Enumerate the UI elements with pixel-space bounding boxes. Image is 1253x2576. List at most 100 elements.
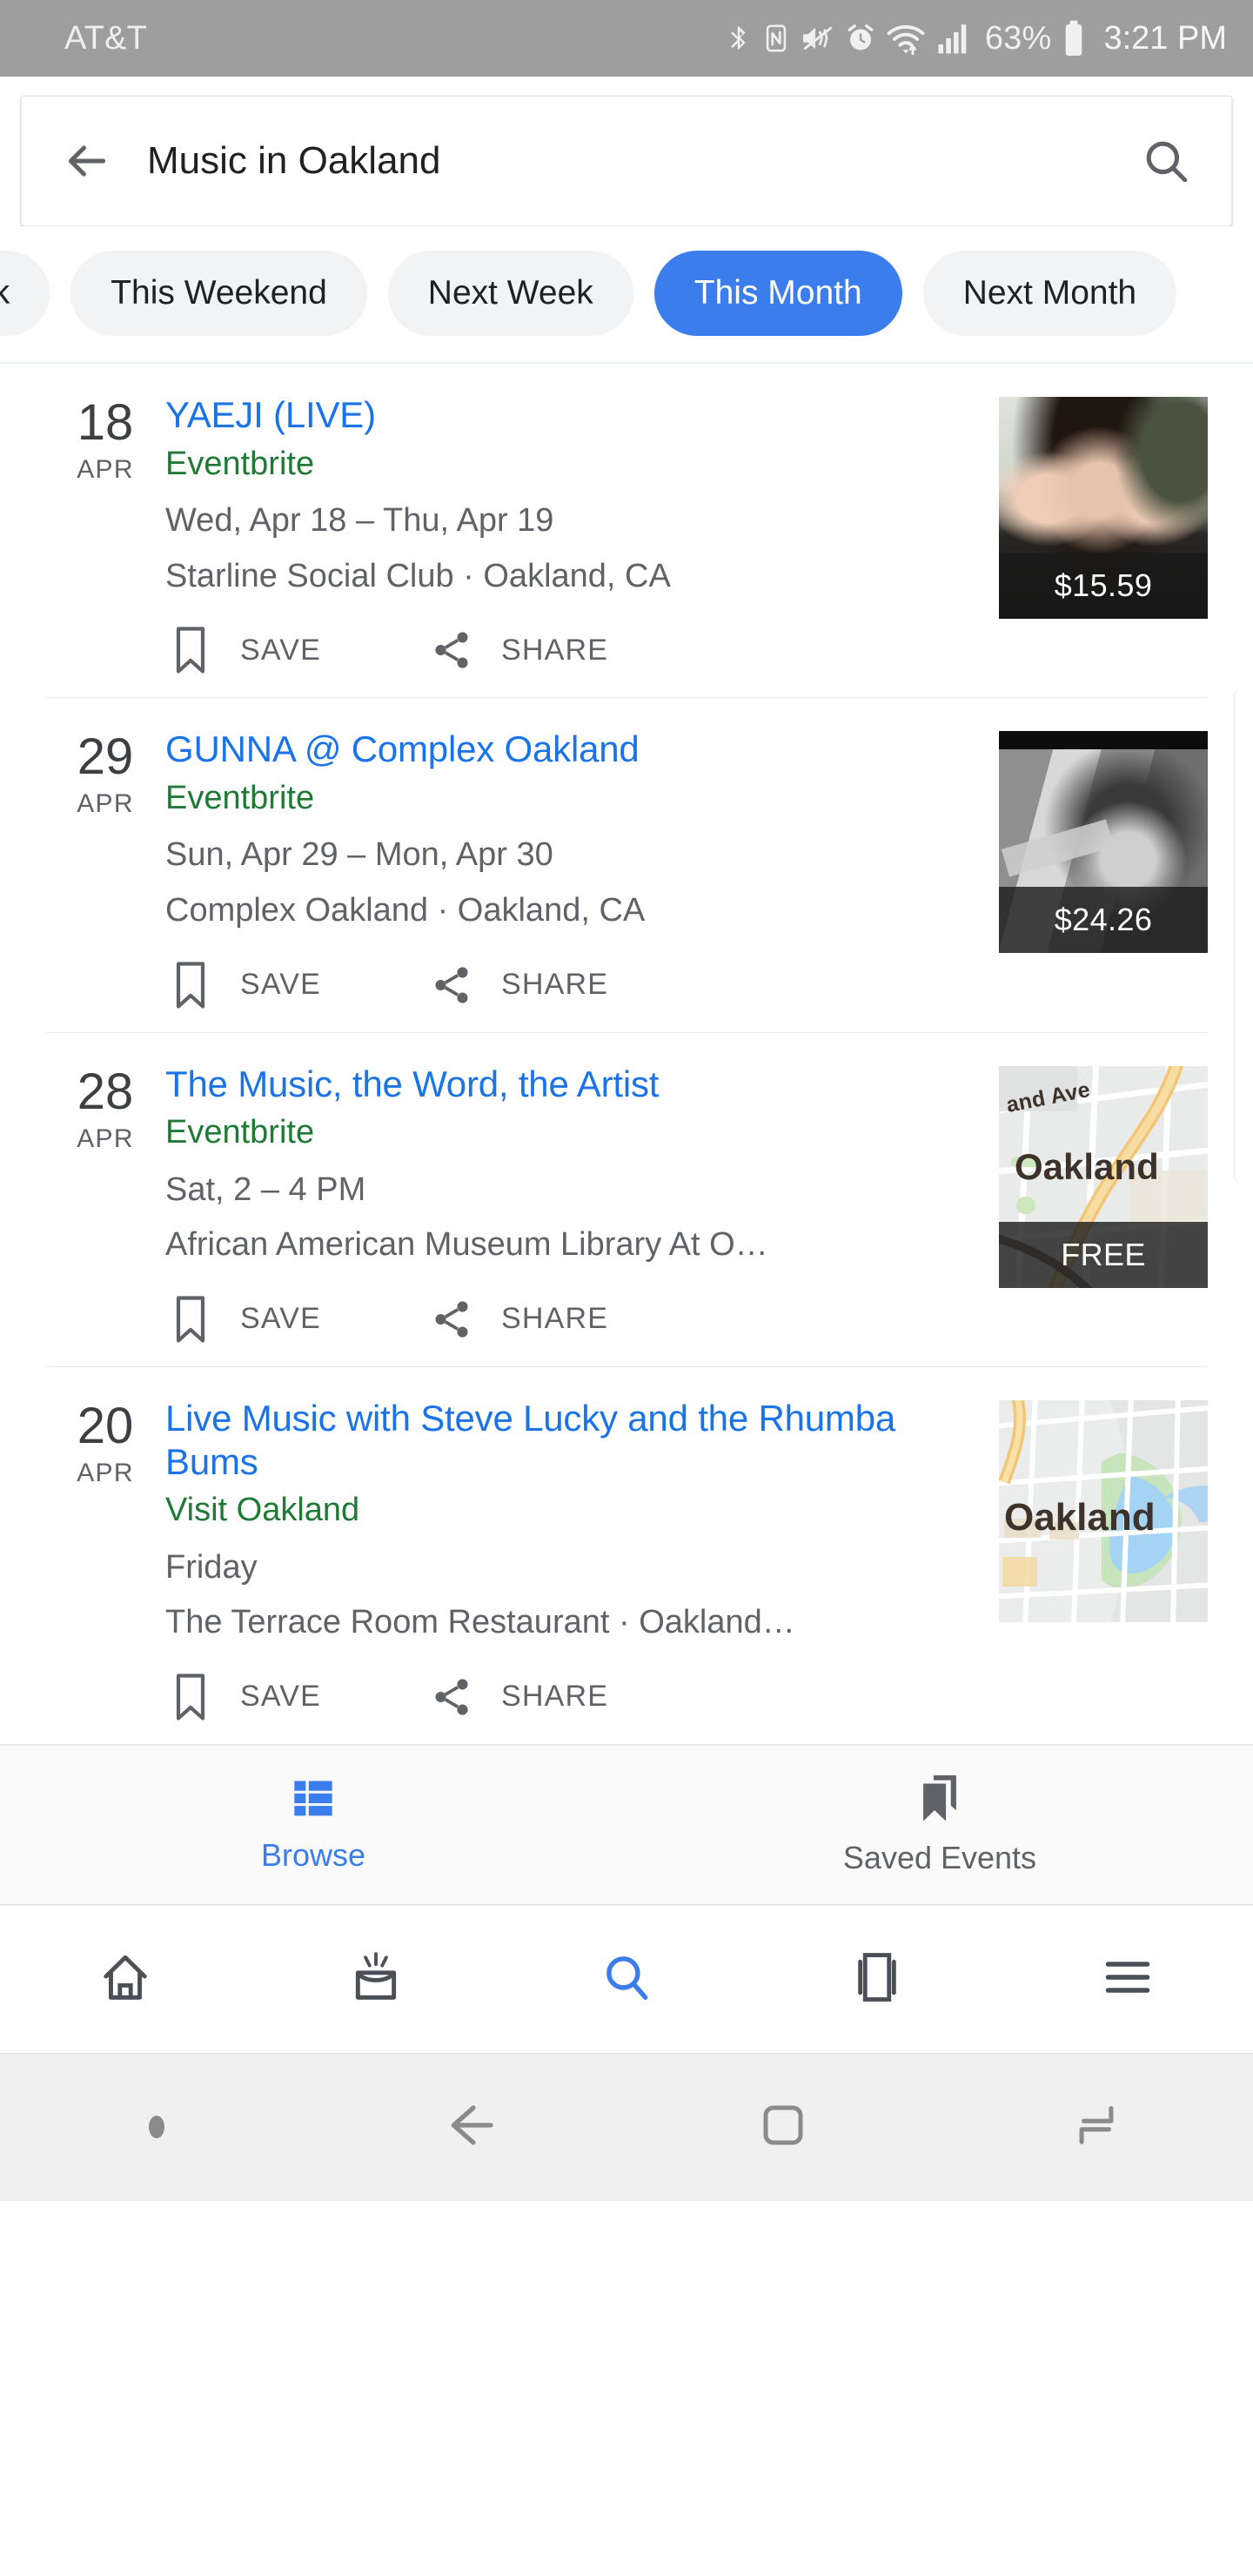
back-icon	[442, 2097, 498, 2157]
home-icon	[757, 2099, 809, 2156]
status-bar: AT&T 63% 3:21 PM	[0, 0, 1253, 77]
nav-home-button[interactable]	[626, 2099, 940, 2156]
status-icons: 63% 3:21 PM	[726, 18, 1227, 58]
event-card[interactable]: 29 APR GUNNA @ Complex Oakland Eventbrit…	[45, 698, 1208, 1033]
price-badge: FREE	[999, 1221, 1208, 1288]
search-input[interactable]: Music in Oakland	[147, 139, 1132, 183]
event-title[interactable]: The Music, the Word, the Artist	[165, 1063, 983, 1106]
tab-label: Browse	[260, 1837, 366, 1874]
event-title[interactable]: Live Music with Steve Lucky and the Rhum…	[165, 1397, 983, 1483]
share-label: SHARE	[501, 968, 609, 1002]
search-bar[interactable]: Music in Oakland	[21, 96, 1232, 226]
share-button[interactable]: SHARE	[426, 627, 608, 673]
chip-label: This Month	[694, 274, 862, 312]
event-venue: Starline Social Club · Oakland, CA	[165, 557, 671, 594]
event-date: 18 APR	[45, 393, 165, 697]
save-label: SAVE	[240, 968, 321, 1002]
search-bar-container: Music in Oakland	[0, 77, 1253, 226]
event-venue: African American Museum Library At O…	[165, 1226, 768, 1264]
share-label: SHARE	[501, 1302, 609, 1336]
phone-screen: AT&T 63% 3:21 PM Music in Oakland This W…	[0, 0, 1253, 2576]
share-button[interactable]: SHARE	[426, 1297, 608, 1342]
event-source: Eventbrite	[165, 779, 315, 816]
event-map-thumbnail[interactable]: Oakland M	[999, 1399, 1208, 1622]
map-graphic	[999, 1399, 1208, 1622]
share-button[interactable]: SHARE	[426, 963, 608, 1008]
event-date: 29 APR	[45, 728, 165, 1031]
share-icon	[426, 1674, 477, 1720]
chip-label: This Weekend	[111, 274, 327, 312]
nav-back-button[interactable]	[313, 2097, 626, 2157]
list-grid-icon	[291, 1775, 336, 1825]
dot-indicator-icon	[149, 2116, 164, 2139]
wifi-icon	[886, 18, 926, 58]
date-filter-chips[interactable]: ek This Weekend Next Week This Month Nex…	[0, 226, 1253, 364]
event-day: 18	[77, 394, 134, 451]
event-body: The Music, the Word, the Artist Eventbri…	[165, 1063, 999, 1366]
browser-menu-button[interactable]	[1002, 1956, 1253, 2002]
event-body: GUNNA @ Complex Oakland Eventbrite Sun, …	[165, 728, 999, 1031]
bookmarks-icon	[917, 1773, 962, 1828]
save-button[interactable]: SAVE	[165, 1673, 426, 1721]
browser-toolbar	[0, 1904, 1253, 2053]
event-month: APR	[77, 1124, 134, 1153]
event-card[interactable]: 20 APR Live Music with Steve Lucky and t…	[45, 1367, 1208, 1744]
share-label: SHARE	[501, 633, 609, 667]
nav-dot-indicator	[0, 2116, 313, 2139]
home-icon	[98, 1950, 152, 2009]
event-thumbnail[interactable]: $24.26	[999, 731, 1208, 954]
browser-discover-button[interactable]	[251, 1950, 501, 2009]
search-icon[interactable]	[1132, 127, 1200, 195]
event-title[interactable]: GUNNA @ Complex Oakland	[165, 728, 983, 771]
chip-this-month[interactable]: This Month	[653, 251, 902, 336]
page-scrollbar[interactable]	[1234, 688, 1253, 1184]
share-label: SHARE	[501, 1680, 609, 1714]
mute-vibrate-icon	[801, 18, 835, 58]
event-card[interactable]: 18 APR YAEJI (LIVE) Eventbrite Wed, Apr …	[45, 364, 1208, 699]
event-actions: SAVE SHARE	[165, 1295, 983, 1344]
bookmark-icon	[165, 961, 216, 1010]
discover-icon	[349, 1950, 403, 2009]
chip-label: Next Month	[962, 274, 1137, 312]
recents-icon	[1071, 2100, 1122, 2155]
chip-this-weekend[interactable]: This Weekend	[70, 251, 367, 336]
event-day: 28	[77, 1063, 134, 1120]
chip-next-month[interactable]: Next Month	[922, 251, 1177, 336]
bookmark-icon	[165, 1673, 216, 1721]
tab-saved-events[interactable]: Saved Events	[626, 1773, 1253, 1876]
event-day: 20	[77, 1397, 134, 1454]
event-thumbnail[interactable]: $15.59	[999, 397, 1208, 619]
save-button[interactable]: SAVE	[165, 1295, 426, 1344]
event-card[interactable]: 28 APR The Music, the Word, the Artist E…	[45, 1033, 1208, 1367]
search-icon	[600, 1950, 653, 2009]
save-button[interactable]: SAVE	[165, 626, 426, 674]
browser-home-button[interactable]	[0, 1950, 251, 2009]
event-month: APR	[77, 455, 134, 485]
battery-icon	[1062, 18, 1085, 58]
share-icon	[426, 627, 477, 673]
back-arrow-icon[interactable]	[53, 127, 121, 195]
event-date: 20 APR	[45, 1397, 165, 1744]
browser-search-button[interactable]	[501, 1950, 752, 2009]
event-list: 18 APR YAEJI (LIVE) Eventbrite Wed, Apr …	[0, 364, 1253, 1744]
chip-next-week[interactable]: Next Week	[387, 251, 633, 336]
event-map-thumbnail[interactable]: and Ave Oakland FREE	[999, 1065, 1208, 1288]
menu-icon	[1102, 1956, 1154, 2002]
event-title[interactable]: YAEJI (LIVE)	[165, 393, 983, 437]
nav-recents-button[interactable]	[940, 2100, 1253, 2155]
carrier-label: AT&T	[64, 19, 148, 57]
event-venue: Complex Oakland · Oakland, CA	[165, 892, 646, 929]
save-label: SAVE	[240, 1302, 321, 1336]
chip-this-week[interactable]: ek	[0, 251, 50, 336]
chip-label: ek	[0, 274, 10, 312]
browser-tabs-button[interactable]	[752, 1950, 1002, 2009]
save-button[interactable]: SAVE	[165, 961, 426, 1010]
tab-browse[interactable]: Browse	[0, 1775, 626, 1874]
event-datetime: Wed, Apr 18 – Thu, Apr 19	[165, 502, 554, 540]
chip-label: Next Week	[427, 274, 593, 312]
nfc-icon	[761, 18, 791, 58]
event-source: Eventbrite	[165, 445, 315, 482]
site-bottom-tabs: Browse Saved Events	[0, 1743, 1253, 1905]
event-datetime: Sat, 2 – 4 PM	[165, 1171, 366, 1208]
share-button[interactable]: SHARE	[426, 1674, 608, 1720]
